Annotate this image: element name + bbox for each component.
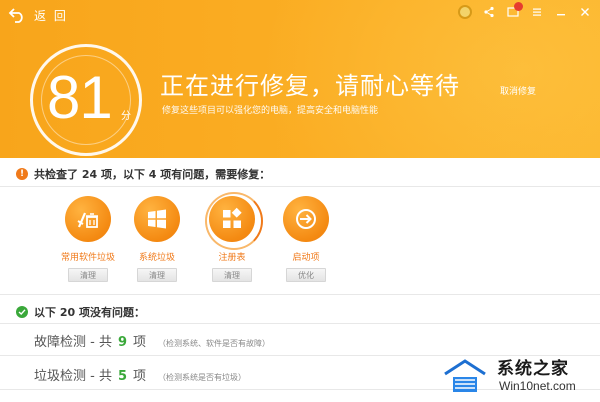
- house-logo-icon: [444, 359, 486, 392]
- tile-registry: 注册表 清理: [192, 192, 272, 282]
- menu-button[interactable]: [526, 3, 548, 21]
- ok-summary-text: 以下 20 项没有问题：: [34, 306, 145, 319]
- row-count: 5: [117, 369, 128, 384]
- row-note: （检测系统、软件是否有故障）: [158, 339, 271, 348]
- tile-startup: 启动项 优化: [266, 196, 346, 282]
- back-label: 返 回: [34, 8, 68, 23]
- close-button[interactable]: [574, 3, 596, 21]
- tile-label: 系统垃圾: [138, 253, 175, 263]
- watermark-title: 系统之家: [497, 359, 569, 379]
- new-badge: [514, 2, 523, 11]
- row-unit: 项: [133, 369, 147, 384]
- back-button[interactable]: 返 回: [8, 4, 68, 26]
- list-item: 垃圾检测 - 共 5 项 （检测系统是否有垃圾）: [34, 365, 246, 384]
- tile-label: 启动项: [292, 253, 320, 263]
- share-icon: [484, 6, 494, 18]
- row-note: （检测系统是否有垃圾）: [158, 373, 247, 382]
- medal-icon: [458, 5, 472, 19]
- ok-summary: 以下 20 项没有问题：: [16, 304, 145, 320]
- tile-label: 常用软件垃圾: [60, 253, 115, 263]
- repair-header: 返 回 81 分 正在进行修复，请耐心等待 修复这些项目可以强化您的电脑，提高安…: [0, 0, 600, 158]
- broom-trash-icon: [77, 212, 98, 228]
- tile-icon-bg[interactable]: [205, 192, 263, 250]
- tile-software-junk: 常用软件垃圾 清理: [48, 196, 128, 282]
- row-unit: 项: [133, 335, 147, 350]
- issues-summary-text: 共检查了 24 项，以下 4 项有问题，需要修复：: [34, 168, 271, 181]
- issues-summary: ! 共检查了 24 项，以下 4 项有问题，需要修复：: [16, 166, 270, 182]
- tile-icon-bg[interactable]: [134, 196, 180, 242]
- section-divider: [0, 186, 600, 187]
- window-controls: [454, 2, 596, 21]
- row-count: 9: [117, 335, 128, 350]
- minimize-icon: [557, 14, 565, 16]
- registry-blocks-icon: [223, 207, 242, 228]
- row-title: 故障检测 - 共: [34, 335, 112, 350]
- warning-icon: !: [16, 168, 28, 180]
- section-divider: [0, 323, 600, 324]
- row-title: 垃圾检测 - 共: [34, 369, 112, 384]
- medal-button[interactable]: [454, 3, 476, 21]
- score-ring: 81 分: [30, 44, 142, 156]
- page-title: 正在进行修复，请耐心等待: [160, 72, 460, 100]
- startup-arrow-icon: [296, 209, 316, 229]
- watermark: 系统之家 Win10net.com: [437, 350, 600, 402]
- clean-button[interactable]: 清理: [212, 268, 252, 282]
- back-arrow-icon: [8, 8, 23, 23]
- tile-icon-bg[interactable]: [283, 196, 329, 242]
- score-unit: 分: [121, 111, 131, 122]
- messages-button[interactable]: [502, 2, 524, 21]
- cancel-repair-button[interactable]: 取消修复: [500, 84, 536, 97]
- page-subtitle: 修复这些项目可以强化您的电脑，提高安全和电脑性能: [162, 106, 379, 116]
- list-item: 故障检测 - 共 9 项 （检测系统、软件是否有故障）: [34, 331, 270, 350]
- watermark-url: Win10net.com: [499, 379, 576, 393]
- clean-button[interactable]: 清理: [68, 268, 108, 282]
- clean-button[interactable]: 清理: [137, 268, 177, 282]
- tile-system-junk: 系统垃圾 清理: [117, 196, 197, 282]
- check-icon: [16, 306, 28, 318]
- tile-label: 注册表: [218, 253, 246, 263]
- tile-icon-bg[interactable]: [65, 196, 111, 242]
- menu-icon: [533, 8, 541, 16]
- section-divider: [0, 294, 600, 295]
- windows-logo-icon: [148, 209, 166, 229]
- score-value: 81: [47, 64, 113, 131]
- close-icon: [581, 8, 589, 16]
- share-button[interactable]: [478, 3, 500, 21]
- minimize-button[interactable]: [550, 3, 572, 21]
- optimize-button[interactable]: 优化: [286, 268, 326, 282]
